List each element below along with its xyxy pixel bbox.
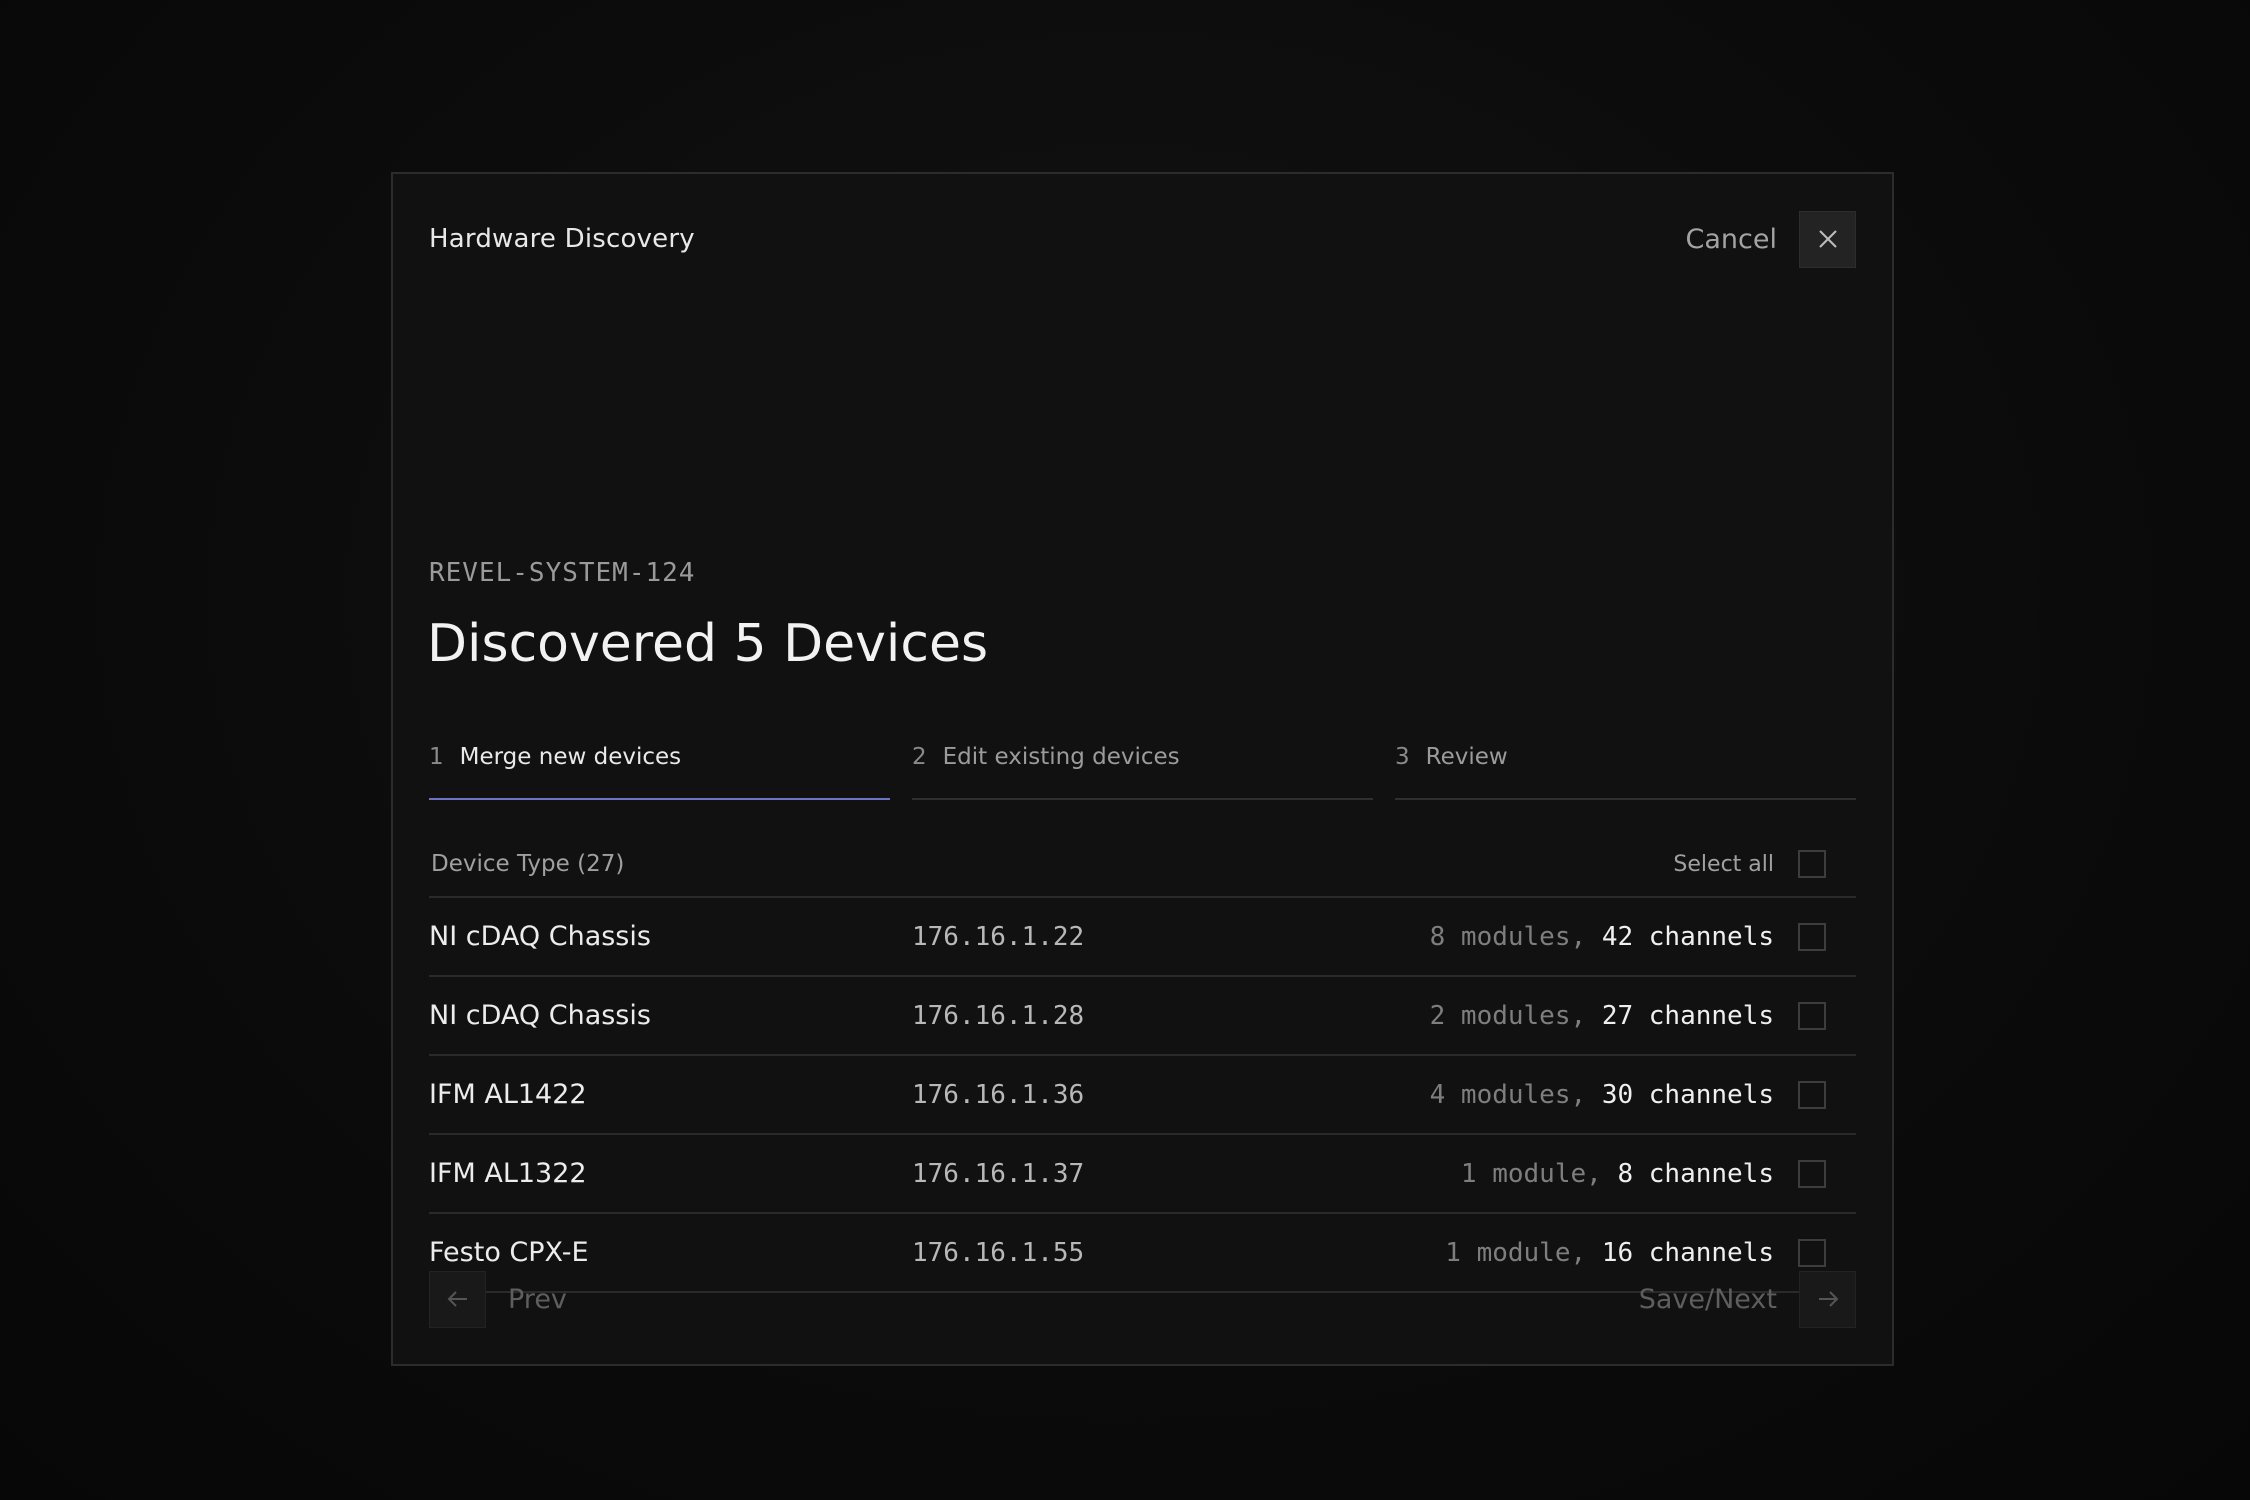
device-ip: 176.16.1.36 (912, 1079, 1085, 1110)
close-button[interactable] (1799, 210, 1856, 268)
step-number: 1 (429, 744, 444, 770)
step-label: Merge new devices (459, 744, 682, 770)
table-header: Device Type (27) Select all (429, 832, 1856, 898)
step-edit-existing-devices[interactable]: 2 Edit existing devices (912, 734, 1373, 800)
close-icon (1818, 230, 1837, 248)
module-count: 4 modules, (1429, 1079, 1587, 1110)
save-next-label: Save/Next (1638, 1283, 1777, 1315)
device-name: IFM AL1322 (429, 1158, 587, 1189)
row-checkbox[interactable] (1798, 1001, 1826, 1030)
device-counts: 4 modules, 30 channels (1430, 1080, 1774, 1110)
device-name: NI cDAQ Chassis (429, 1000, 651, 1031)
device-name: Festo CPX-E (429, 1237, 589, 1268)
device-counts: 1 module, 8 channels (1461, 1159, 1774, 1189)
select-all-checkbox[interactable] (1798, 850, 1826, 878)
channel-count: 42 channels (1601, 921, 1774, 952)
row-checkbox[interactable] (1798, 922, 1826, 951)
table-row: NI cDAQ Chassis 176.16.1.22 8 modules, 4… (429, 898, 1856, 977)
cancel-button[interactable]: Cancel (1686, 224, 1777, 255)
device-ip: 176.16.1.37 (912, 1158, 1085, 1189)
table-row: IFM AL1322 176.16.1.37 1 module, 8 chann… (429, 1135, 1856, 1214)
hardware-discovery-dialog: Hardware Discovery Cancel REVEL-SYSTEM-1… (391, 172, 1894, 1366)
prev-button[interactable]: Prev (429, 1270, 567, 1328)
save-next-button[interactable]: Save/Next (1638, 1270, 1856, 1328)
step-number: 3 (1395, 744, 1410, 770)
row-checkbox[interactable] (1798, 1238, 1826, 1267)
prev-label: Prev (508, 1283, 567, 1315)
step-label: Edit existing devices (942, 744, 1180, 770)
step-merge-new-devices[interactable]: 1 Merge new devices (429, 734, 890, 800)
device-counts: 1 module, 16 channels (1445, 1238, 1774, 1268)
table-row: IFM AL1422 176.16.1.36 4 modules, 30 cha… (429, 1056, 1856, 1135)
page-title: Discovered 5 Devices (427, 614, 989, 674)
dialog-footer: Prev Save/Next (429, 1270, 1856, 1328)
device-type-column-header: Device Type (27) (431, 851, 625, 877)
step-review[interactable]: 3 Review (1395, 734, 1856, 800)
device-counts: 2 modules, 27 channels (1430, 1001, 1774, 1031)
channel-count: 8 channels (1617, 1158, 1774, 1189)
dialog-header: Hardware Discovery Cancel (429, 210, 1856, 268)
module-count: 1 module, (1445, 1237, 1587, 1268)
channel-count: 27 channels (1601, 1000, 1774, 1031)
prev-icon-box (429, 1270, 486, 1328)
module-count: 2 modules, (1429, 1000, 1587, 1031)
device-ip: 176.16.1.28 (912, 1000, 1085, 1031)
system-id: REVEL-SYSTEM-124 (429, 558, 696, 588)
device-counts: 8 modules, 42 channels (1430, 922, 1774, 952)
device-name: NI cDAQ Chassis (429, 921, 651, 952)
row-checkbox[interactable] (1798, 1080, 1826, 1109)
device-ip: 176.16.1.55 (912, 1237, 1085, 1268)
select-all: Select all (1673, 850, 1826, 878)
step-label: Review (1425, 744, 1508, 770)
channel-count: 16 channels (1601, 1237, 1774, 1268)
row-checkbox[interactable] (1798, 1159, 1826, 1188)
device-name: IFM AL1422 (429, 1079, 587, 1110)
step-number: 2 (912, 744, 927, 770)
device-table: Device Type (27) Select all NI cDAQ Chas… (429, 832, 1856, 1293)
module-count: 1 module, (1460, 1158, 1602, 1189)
arrow-left-icon (447, 1291, 467, 1307)
dialog-title: Hardware Discovery (429, 224, 695, 254)
device-ip: 176.16.1.22 (912, 921, 1085, 952)
next-icon-box (1799, 1270, 1856, 1328)
channel-count: 30 channels (1601, 1079, 1774, 1110)
select-all-label: Select all (1673, 851, 1774, 877)
table-row: NI cDAQ Chassis 176.16.1.28 2 modules, 2… (429, 977, 1856, 1056)
header-actions: Cancel (1686, 210, 1856, 268)
arrow-right-icon (1818, 1291, 1838, 1307)
module-count: 8 modules, (1429, 921, 1587, 952)
wizard-steps: 1 Merge new devices 2 Edit existing devi… (429, 734, 1856, 800)
